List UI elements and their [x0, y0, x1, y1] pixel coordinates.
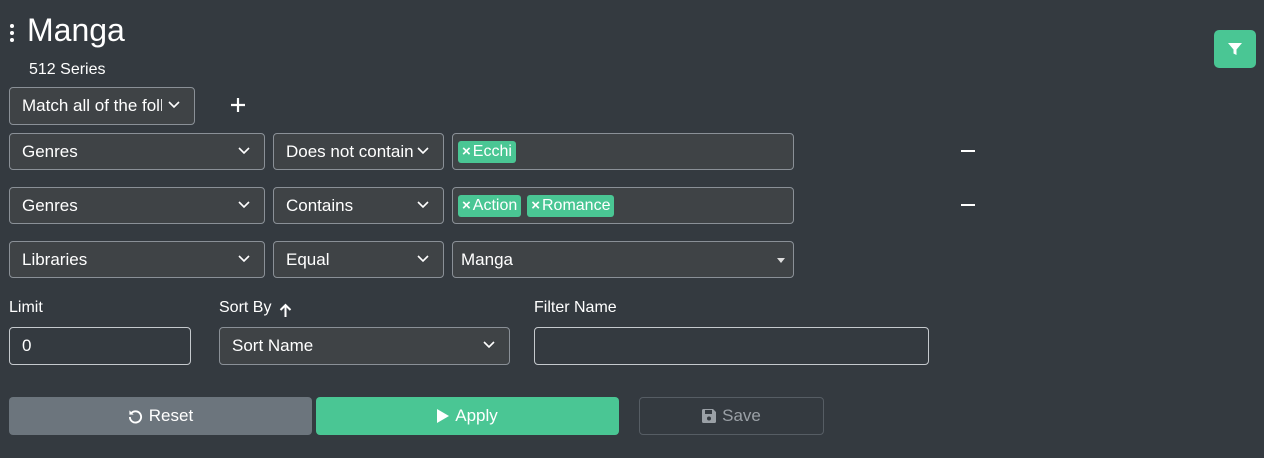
sort-by-value: Sort Name — [232, 336, 314, 355]
filter-field-select[interactable]: Genres — [9, 133, 265, 170]
more-options-icon[interactable] — [8, 24, 16, 42]
filter-name-label: Filter Name — [534, 299, 617, 316]
filter-field-select[interactable]: Libraries — [9, 241, 265, 278]
filter-tags-input[interactable]: × Action × Romance — [452, 187, 794, 224]
sort-by-label: Sort By — [219, 299, 272, 316]
filter-operator-select[interactable]: Equal — [273, 241, 444, 278]
filter-name-input[interactable] — [534, 327, 929, 365]
tag-label: Action — [472, 196, 518, 214]
chevron-down-icon — [417, 254, 429, 262]
remove-filter-row-button[interactable] — [961, 204, 975, 206]
match-mode-value: Match all of the following — [22, 96, 162, 115]
remove-filter-row-button[interactable] — [961, 150, 975, 152]
apply-button[interactable]: Apply — [316, 397, 619, 435]
sort-by-select[interactable]: Sort Name — [219, 327, 510, 365]
chevron-down-icon — [168, 101, 180, 109]
sort-ascending-icon[interactable] — [279, 303, 292, 318]
chevron-down-icon — [238, 200, 250, 208]
limit-input[interactable]: 0 — [9, 327, 191, 365]
remove-tag-icon[interactable]: × — [462, 195, 471, 217]
match-mode-select[interactable]: Match all of the following — [9, 87, 195, 125]
tag-chip[interactable]: × Ecchi — [458, 140, 516, 163]
chevron-down-icon — [483, 341, 495, 349]
tag-chip[interactable]: × Romance — [527, 194, 615, 217]
save-button[interactable]: Save — [639, 397, 824, 435]
filter-tags-input[interactable]: × Ecchi — [452, 133, 794, 170]
apply-label: Apply — [455, 406, 498, 425]
chevron-down-icon — [417, 200, 429, 208]
filter-field-value: Genres — [22, 141, 78, 161]
play-icon — [437, 409, 450, 423]
chevron-down-icon — [238, 254, 250, 262]
remove-tag-icon[interactable]: × — [531, 195, 540, 217]
library-select[interactable]: Manga — [452, 241, 794, 278]
filter-field-value: Libraries — [22, 249, 88, 269]
tag-label: Ecchi — [472, 142, 512, 160]
caret-down-icon — [777, 257, 785, 263]
filter-operator-select[interactable]: Contains — [273, 187, 444, 224]
save-icon — [702, 409, 717, 423]
tag-label: Romance — [542, 196, 611, 214]
filter-operator-select[interactable]: Does not contain — [273, 133, 444, 170]
filter-operator-value: Contains — [286, 195, 354, 215]
limit-label: Limit — [9, 299, 43, 316]
chevron-down-icon — [417, 146, 429, 154]
reset-label: Reset — [148, 406, 194, 425]
filter-toggle-button[interactable] — [1214, 30, 1256, 68]
page-title: Manga — [27, 12, 125, 48]
filter-field-value: Genres — [22, 195, 78, 215]
chevron-down-icon — [238, 146, 250, 154]
filter-field-select[interactable]: Genres — [9, 187, 265, 224]
reset-button[interactable]: Reset — [9, 397, 312, 435]
filter-icon — [1228, 43, 1242, 55]
remove-tag-icon[interactable]: × — [462, 141, 471, 163]
reset-icon — [128, 409, 142, 423]
series-count: 512 Series — [29, 61, 106, 78]
filter-operator-value: Does not contain — [286, 141, 414, 161]
library-value: Manga — [461, 249, 513, 269]
filter-operator-value: Equal — [286, 249, 330, 269]
tag-chip[interactable]: × Action — [458, 194, 522, 217]
save-label: Save — [722, 406, 761, 425]
add-filter-icon[interactable] — [229, 96, 247, 114]
